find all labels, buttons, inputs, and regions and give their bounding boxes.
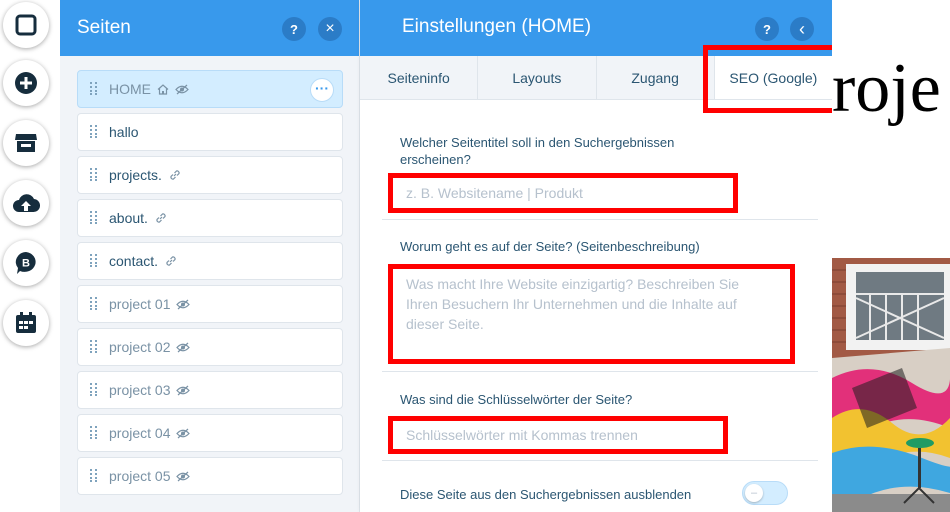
- pages-panel-title: Seiten: [77, 17, 131, 38]
- pages-close-button[interactable]: ×: [318, 17, 342, 41]
- hidden-eye-icon: [175, 84, 189, 95]
- drag-handle-icon[interactable]: [90, 254, 100, 268]
- tab-layouts[interactable]: Layouts: [478, 56, 597, 99]
- drag-handle-icon[interactable]: [90, 125, 100, 139]
- drag-handle-icon[interactable]: [90, 426, 100, 440]
- pages-square-icon: [15, 14, 37, 36]
- tab-seiteninfo[interactable]: Seiteninfo: [360, 56, 479, 99]
- toggle-off-icon: –: [745, 484, 763, 502]
- app-market-tool-button[interactable]: [3, 120, 49, 166]
- page-item-home[interactable]: HOME ···: [77, 70, 343, 108]
- seo-title-section: Welcher Seitentitel soll in den Sucherge…: [382, 134, 818, 220]
- tab-seo-google[interactable]: SEO (Google): [714, 56, 832, 99]
- pages-tool-button[interactable]: [3, 2, 49, 48]
- cloud-upload-icon: [13, 194, 40, 213]
- drag-handle-icon[interactable]: [90, 297, 100, 311]
- drag-handle-icon[interactable]: [90, 340, 100, 354]
- drag-handle-icon[interactable]: [90, 383, 100, 397]
- plus-circle-icon: [15, 72, 37, 94]
- tab-zugang[interactable]: Zugang: [597, 56, 715, 99]
- page-label: project 03: [109, 382, 171, 398]
- seo-hide-section: Diese Seite aus den Suchergebnissen ausb…: [382, 461, 818, 512]
- link-icon: [164, 254, 178, 268]
- page-item-project-04[interactable]: project 04: [77, 414, 343, 452]
- calendar-icon: [16, 312, 36, 333]
- blog-tool-button[interactable]: B: [3, 240, 49, 286]
- site-preview: roje: [832, 0, 950, 512]
- settings-title: Einstellungen (HOME): [402, 16, 592, 37]
- page-label: contact.: [109, 253, 159, 269]
- page-list: HOME ··· hallo projects. about. contact.…: [77, 70, 343, 500]
- page-label: project 01: [109, 296, 171, 312]
- seo-description-input[interactable]: [400, 274, 770, 340]
- page-item-hallo[interactable]: hallo: [77, 113, 343, 151]
- link-icon: [154, 211, 168, 225]
- page-item-project-05[interactable]: project 05: [77, 457, 343, 495]
- pages-help-button[interactable]: ?: [282, 17, 306, 41]
- drag-handle-icon[interactable]: [90, 168, 100, 182]
- page-item-project-01[interactable]: project 01: [77, 285, 343, 323]
- page-item-about[interactable]: about.: [77, 199, 343, 237]
- blog-b-icon: B: [15, 252, 36, 274]
- seo-title-question: Welcher Seitentitel soll in den Sucherge…: [400, 135, 675, 167]
- page-label: project 02: [109, 339, 171, 355]
- settings-tabs: Seiteninfo Layouts Zugang SEO (Google): [360, 56, 832, 100]
- svg-text:B: B: [22, 258, 30, 270]
- seo-keywords-question: Was sind die Schlüsselwörter der Seite?: [400, 392, 633, 407]
- editor-toolbar: B: [0, 0, 56, 512]
- seo-title-input[interactable]: [400, 182, 730, 204]
- page-label: HOME: [109, 81, 151, 97]
- seo-hide-toggle[interactable]: –: [742, 481, 788, 505]
- seo-keywords-section: Was sind die Schlüsselwörter der Seite?: [382, 372, 818, 461]
- home-icon: [157, 83, 169, 95]
- drag-handle-icon[interactable]: [90, 211, 100, 225]
- link-icon: [168, 168, 182, 182]
- page-item-project-03[interactable]: project 03: [77, 371, 343, 409]
- bookings-tool-button[interactable]: [3, 300, 49, 346]
- page-settings-panel: Einstellungen (HOME) ? ‹ Seiteninfo Layo…: [360, 0, 868, 512]
- page-more-button[interactable]: ···: [310, 78, 334, 102]
- seo-description-question: Worum geht es auf der Seite? (Seitenbesc…: [400, 239, 700, 254]
- hidden-eye-icon: [176, 471, 191, 482]
- hidden-eye-icon: [176, 385, 191, 396]
- page-item-project-02[interactable]: project 02: [77, 328, 343, 366]
- page-label: projects.: [109, 167, 162, 183]
- site-photo: [832, 258, 950, 512]
- drag-handle-icon[interactable]: [90, 469, 100, 483]
- page-label: project 05: [109, 468, 171, 484]
- store-icon: [15, 134, 37, 152]
- add-tool-button[interactable]: [3, 60, 49, 106]
- pages-panel-header: Seiten ? ×: [60, 0, 359, 56]
- settings-help-button[interactable]: ?: [755, 17, 779, 41]
- drag-handle-icon[interactable]: [90, 82, 100, 96]
- page-label: about.: [109, 210, 148, 226]
- seo-keywords-input[interactable]: [400, 424, 730, 446]
- hidden-eye-icon: [176, 428, 191, 439]
- page-item-contact[interactable]: contact.: [77, 242, 343, 280]
- page-label: hallo: [109, 124, 139, 140]
- seo-description-section: Worum geht es auf der Seite? (Seitenbesc…: [382, 220, 818, 372]
- hidden-eye-icon: [176, 299, 191, 310]
- site-heading-fragment: roje: [832, 50, 941, 127]
- settings-back-button[interactable]: ‹: [790, 17, 814, 41]
- pages-panel: Seiten ? × HOME ··· hallo projects. abou…: [60, 0, 360, 512]
- hidden-eye-icon: [176, 342, 191, 353]
- upload-tool-button[interactable]: [3, 180, 49, 226]
- page-label: project 04: [109, 425, 171, 441]
- page-item-projects[interactable]: projects.: [77, 156, 343, 194]
- settings-header: Einstellungen (HOME) ? ‹: [360, 0, 832, 56]
